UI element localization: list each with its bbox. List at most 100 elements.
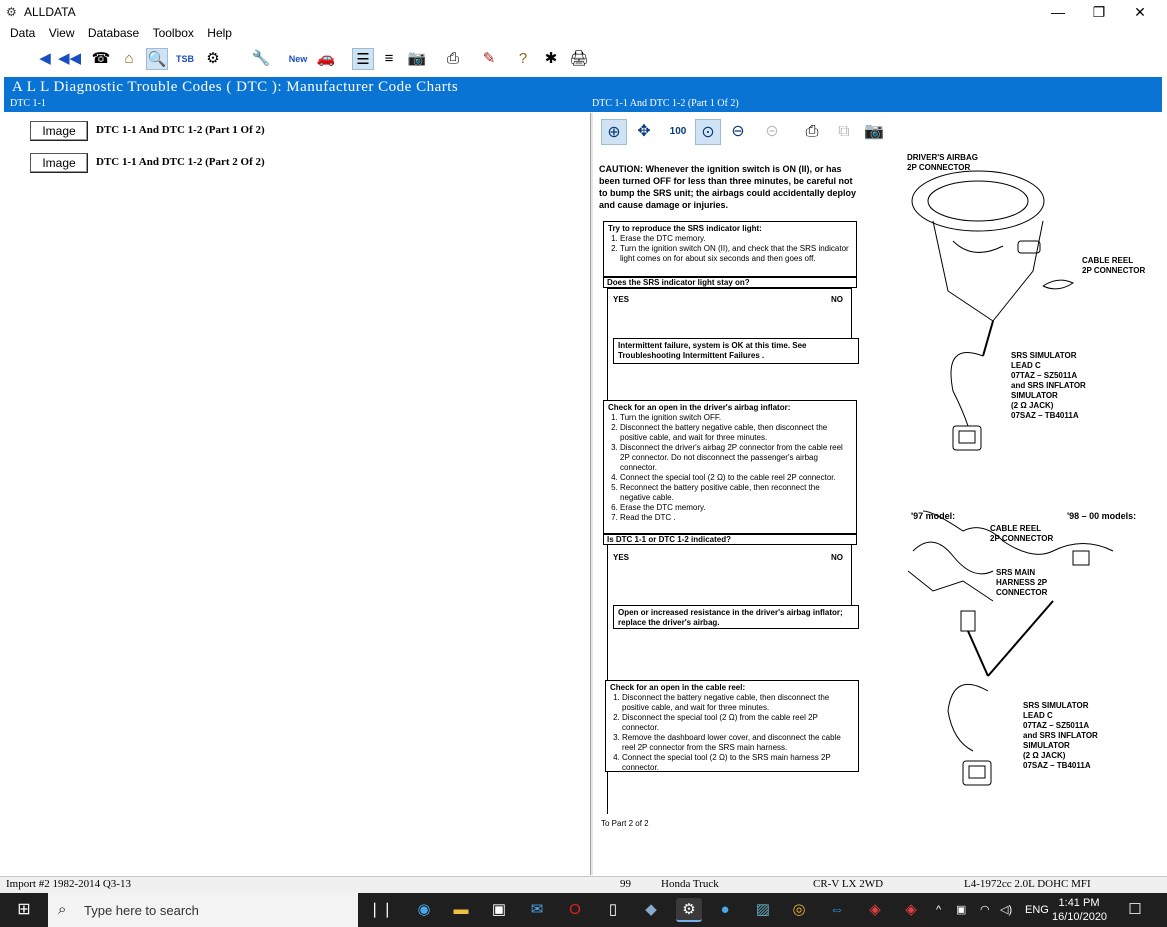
windows-start-icon[interactable]: ⊞ — [0, 893, 48, 927]
step-item: Turn the ignition switch OFF. — [620, 413, 852, 423]
flow-line — [607, 288, 852, 289]
alldata-taskbar-icon[interactable]: ⚙ — [676, 898, 702, 922]
image-button[interactable]: Image — [30, 121, 88, 141]
zoom-100-icon[interactable]: 100 — [665, 119, 691, 145]
close-button[interactable]: ✕ — [1117, 0, 1163, 24]
status-model: CR-V LX 2WD — [813, 878, 884, 890]
result-box-intermittent: Intermittent failure, system is OK at th… — [613, 338, 859, 364]
menu-view[interactable]: View — [49, 24, 75, 42]
steering-wheel — [911, 170, 1045, 232]
file-explorer-icon[interactable]: ▬ — [448, 898, 474, 922]
search-icon: ⌕ — [58, 901, 67, 918]
menu-data[interactable]: Data — [10, 24, 35, 42]
phone-icon[interactable]: ☎ — [90, 48, 112, 70]
menu-help[interactable]: Help — [207, 24, 232, 42]
print-icon[interactable]: ⎙ — [442, 48, 464, 70]
right-pane: ⊕ ✥ 100 ⊙ ⊖ ⊝ ⎙ ⧉ 📷 CAUTION: Whenever th… — [593, 113, 1162, 875]
diagram-label: SRS MAIN HARNESS 2P CONNECTOR — [996, 568, 1048, 597]
zoom-out-icon[interactable]: ⊖ — [725, 119, 751, 145]
taskbar-clock[interactable]: 1:41 PM 16/10/2020 — [1052, 896, 1108, 924]
home-icon[interactable]: ⌂ — [118, 48, 140, 70]
caution-text: CAUTION: Whenever the ignition switch is… — [599, 164, 857, 210]
store-icon[interactable]: ▣ — [486, 898, 512, 922]
file-icon[interactable]: ▯ — [600, 898, 626, 922]
diagram-label: DRIVER'S AIRBAG 2P CONNECTOR — [907, 153, 978, 172]
back-fast-icon[interactable]: ◀◀ — [58, 48, 81, 70]
new-car-icon[interactable]: New — [287, 48, 309, 70]
blue-app-icon[interactable]: ● — [712, 898, 738, 922]
step-item: Reconnect the battery positive cable, th… — [620, 483, 852, 503]
help-icon[interactable]: ? — [512, 48, 534, 70]
status-year: 99 — [620, 878, 631, 890]
back-icon[interactable]: ◀ — [34, 48, 56, 70]
tsb-icon[interactable]: TSB — [174, 48, 196, 70]
app-icon[interactable]: ◆ — [638, 898, 664, 922]
taskbar: ⊞ ⌕ Type here to search ❘❘ ◉ ▬ ▣ ✉ O ▯ ◆… — [0, 893, 1167, 927]
viewer-toolbar: ⊕ ✥ 100 ⊙ ⊖ ⊝ ⎙ ⧉ 📷 — [597, 117, 1157, 147]
component-icon[interactable]: ⚙ — [202, 48, 224, 70]
menu-database[interactable]: Database — [88, 24, 139, 42]
wrench-icon[interactable]: 🔧 — [250, 48, 272, 70]
task-view-icon[interactable]: ❘❘ — [368, 898, 394, 922]
status-bar: Import #2 1982-2014 Q3-13 99 Honda Truck… — [0, 876, 1167, 893]
teamviewer-icon[interactable]: ⇔ — [824, 898, 850, 922]
step-item: Connect the special tool (2 Ω) to the ca… — [620, 473, 852, 483]
to-part-label: To Part 2 of 2 — [601, 819, 649, 828]
settings-icon[interactable]: ✱ — [540, 48, 562, 70]
tray-chevron-icon[interactable]: ^ — [936, 893, 941, 927]
note-icon[interactable]: ✎ — [478, 48, 500, 70]
taskbar-search[interactable]: ⌕ Type here to search — [48, 893, 358, 927]
edge-icon[interactable]: ◉ — [411, 898, 437, 922]
flow-line — [851, 288, 852, 338]
step-box-cable-reel: Check for an open in the cable reel: Dis… — [605, 680, 859, 772]
no-label: NO — [831, 295, 843, 304]
search-vehicle-icon[interactable]: 🔍 — [146, 48, 168, 70]
zoom-in-icon[interactable]: ⊕ — [601, 119, 627, 145]
flow-line — [607, 545, 608, 680]
status-engine: L4-1972cc 2.0L DOHC MFI — [964, 878, 1091, 890]
tray-device-icon[interactable]: ▣ — [956, 893, 966, 927]
clock-time: 1:41 PM — [1058, 897, 1100, 909]
pan-icon[interactable]: ✥ — [631, 119, 657, 145]
step-item: Turn the ignition switch ON (II), and ch… — [620, 244, 852, 264]
list-view-icon[interactable]: ☰ — [352, 48, 374, 70]
document-image: CAUTION: Whenever the ignition switch is… — [593, 151, 1162, 875]
language-indicator[interactable]: ENG — [1025, 893, 1049, 927]
menu-toolbox[interactable]: Toolbox — [153, 24, 194, 42]
diagram-label: SRS SIMULATOR LEAD C 07TAZ – SZ5011A and… — [1011, 351, 1086, 420]
notification-icon[interactable]: ☐ — [1120, 893, 1150, 927]
image-button[interactable]: Image — [30, 153, 88, 173]
minimize-button[interactable]: — — [1035, 0, 1081, 24]
flow-line — [607, 772, 608, 814]
item-label[interactable]: DTC 1-1 And DTC 1-2 (Part 2 Of 2) — [96, 156, 265, 168]
text-view-icon[interactable]: ≡ — [378, 48, 400, 70]
left-pane: Image DTC 1-1 And DTC 1-2 (Part 1 Of 2) … — [4, 113, 590, 875]
anydesk-icon[interactable]: ◈ — [862, 898, 888, 922]
photos-icon[interactable]: ▨ — [750, 898, 776, 922]
print-icon[interactable]: ⎙ — [799, 119, 825, 145]
anydesk-2-icon[interactable]: ◈ — [898, 898, 924, 922]
camera-icon[interactable]: 📷 — [861, 119, 887, 145]
mail-icon[interactable]: ✉ — [524, 898, 550, 922]
zoom-fit-icon[interactable]: ⊙ — [695, 119, 721, 145]
result-box-replace-airbag: Open or increased resistance in the driv… — [613, 605, 859, 629]
step-item: Connect the special tool (2 Ω) to the SR… — [622, 753, 854, 773]
item-label[interactable]: DTC 1-1 And DTC 1-2 (Part 1 Of 2) — [96, 124, 265, 136]
yes-label: YES — [613, 553, 630, 562]
diagram-label: '98 – 00 models: — [1067, 511, 1137, 521]
no-label: NO — [831, 553, 843, 562]
wifi-icon[interactable]: ◠ — [980, 893, 990, 927]
restore-button[interactable]: ❐ — [1076, 0, 1122, 24]
new-car-2-icon[interactable]: 🚗 — [315, 48, 337, 70]
diagram-label: '97 model: — [911, 511, 956, 521]
volume-icon[interactable]: ◁) — [1000, 893, 1012, 927]
window-title: ALLDATA — [24, 5, 76, 19]
opera-icon[interactable]: O — [562, 898, 588, 922]
clock-date: 16/10/2020 — [1052, 911, 1108, 923]
chrome-icon[interactable]: ◎ — [786, 898, 812, 922]
right-pane-subtitle: DTC 1-1 And DTC 1-2 (Part 1 Of 2) — [592, 98, 739, 109]
fax-icon[interactable]: 🖨 — [568, 48, 590, 70]
srs-simulator-box — [962, 760, 992, 786]
status-import: Import #2 1982-2014 Q3-13 — [6, 878, 131, 890]
camera-icon[interactable]: 📷 — [406, 48, 428, 70]
